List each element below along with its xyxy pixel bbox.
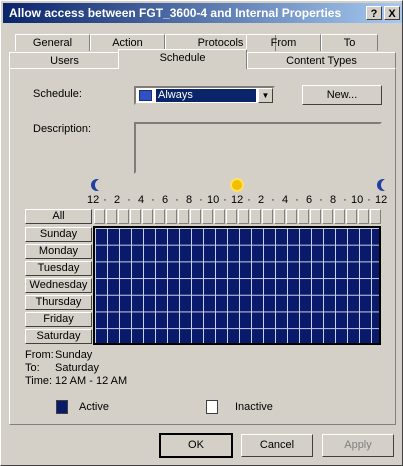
hour-tick-labels: 12 · 2 · 4 · 6 · 8 · 10 · 12 · 2 · 4 · 6 · 8 · 10 · 12 (87, 194, 389, 208)
day-button-sunday[interactable]: Sunday (25, 227, 92, 242)
hour-column-button[interactable] (190, 209, 201, 224)
time-value: 12 AM - 12 AM (55, 375, 128, 387)
schedule-grid[interactable] (93, 226, 381, 345)
chevron-down-icon[interactable]: ▼ (258, 88, 273, 103)
hour-tick-3: 6 (161, 194, 169, 206)
hour-tick-11: 10 (351, 194, 364, 206)
hour-tick-dot: · (151, 194, 155, 206)
from-label: From: (25, 349, 54, 361)
hour-column-button[interactable] (238, 209, 249, 224)
hour-column-button[interactable] (250, 209, 261, 224)
hour-column-button[interactable] (154, 209, 165, 224)
hour-tick-1: 2 (113, 194, 121, 206)
hour-tick-7: 2 (257, 194, 265, 206)
hour-column-button[interactable] (202, 209, 213, 224)
time-label: Time: (25, 375, 53, 387)
tab-schedule[interactable]: Schedule (118, 49, 247, 69)
hour-tick-dot: · (175, 194, 179, 206)
hour-column-button[interactable] (274, 209, 285, 224)
hour-column-button[interactable] (226, 209, 237, 224)
hour-column-button[interactable] (118, 209, 129, 224)
moon-icon-start (95, 179, 107, 191)
active-swatch (56, 400, 68, 414)
tab-users[interactable]: Users (9, 52, 120, 69)
hour-column-button[interactable] (130, 209, 141, 224)
hour-column-button[interactable] (142, 209, 153, 224)
inactive-swatch (206, 400, 218, 414)
day-button-friday[interactable]: Friday (25, 312, 92, 327)
day-button-saturday[interactable]: Saturday (25, 329, 92, 344)
day-button-wednesday[interactable]: Wednesday (25, 278, 92, 293)
tab-from[interactable]: From (246, 34, 321, 51)
hour-column-button[interactable] (310, 209, 321, 224)
hour-tick-dot: · (271, 194, 275, 206)
hour-column-button[interactable] (214, 209, 225, 224)
hour-column-button[interactable] (94, 209, 105, 224)
hour-column-button[interactable] (178, 209, 189, 224)
hour-tick-9: 6 (305, 194, 313, 206)
hour-tick-6: 12 (231, 194, 244, 206)
hour-column-button[interactable] (298, 209, 309, 224)
tab-general[interactable]: General (15, 34, 90, 51)
hour-column-button[interactable] (334, 209, 345, 224)
cancel-button[interactable]: Cancel (241, 434, 313, 457)
hour-column-button[interactable] (322, 209, 333, 224)
hour-column-button[interactable] (106, 209, 117, 224)
moon-icon-end (381, 179, 393, 191)
ok-button[interactable]: OK (159, 433, 233, 458)
to-label: To: (25, 362, 40, 374)
hour-tick-dot: · (295, 194, 299, 206)
close-button[interactable]: X (384, 6, 400, 20)
calendar-icon (139, 90, 152, 101)
hour-tick-2: 4 (137, 194, 145, 206)
hour-tick-4: 8 (185, 194, 193, 206)
hour-column-button[interactable] (262, 209, 273, 224)
inactive-legend-label: Inactive (235, 401, 273, 413)
hour-tick-dot: · (223, 194, 227, 206)
day-button-thursday[interactable]: Thursday (25, 295, 92, 310)
properties-dialog: Allow access between FGT_3600-4 and Inte… (0, 0, 403, 466)
sun-icon (232, 180, 242, 190)
hour-tick-dot: · (319, 194, 323, 206)
to-value: Saturday (55, 362, 100, 374)
schedule-label: Schedule: (33, 88, 82, 100)
hour-tick-5: 10 (207, 194, 220, 206)
help-button[interactable]: ? (366, 6, 382, 20)
apply-button[interactable]: Apply (322, 434, 394, 457)
hour-column-button[interactable] (286, 209, 297, 224)
hour-column-button[interactable] (346, 209, 357, 224)
hour-tick-0: 12 (87, 194, 100, 206)
hour-column-button[interactable] (370, 209, 381, 224)
description-label: Description: (33, 123, 92, 135)
day-button-tuesday[interactable]: Tuesday (25, 261, 92, 276)
hour-tick-8: 4 (281, 194, 289, 206)
schedule-dropdown[interactable]: Always ▼ (134, 86, 275, 105)
tab-to[interactable]: To (321, 34, 378, 51)
from-value: Sunday (55, 349, 93, 361)
day-button-monday[interactable]: Monday (25, 244, 92, 259)
hour-tick-dot: · (199, 194, 203, 206)
hour-column-button[interactable] (358, 209, 369, 224)
select-all-button[interactable]: All (25, 209, 92, 224)
hour-tick-dot: · (343, 194, 347, 206)
new-schedule-button[interactable]: New... (302, 85, 382, 105)
hour-column-button[interactable] (166, 209, 177, 224)
hour-tick-12: 12 (375, 194, 388, 206)
hour-tick-dot: · (247, 194, 251, 206)
description-field[interactable] (134, 122, 382, 174)
tab-content-types[interactable]: Content Types (247, 52, 396, 69)
hour-tick-dot: · (127, 194, 131, 206)
schedule-value: Always (156, 89, 256, 102)
active-legend-label: Active (79, 401, 109, 413)
title-bar[interactable]: Allow access between FGT_3600-4 and Inte… (3, 3, 402, 23)
window-title: Allow access between FGT_3600-4 and Inte… (9, 6, 342, 20)
hour-tick-10: 8 (329, 194, 337, 206)
hour-tick-dot: · (367, 194, 371, 206)
hour-tick-dot: · (103, 194, 107, 206)
